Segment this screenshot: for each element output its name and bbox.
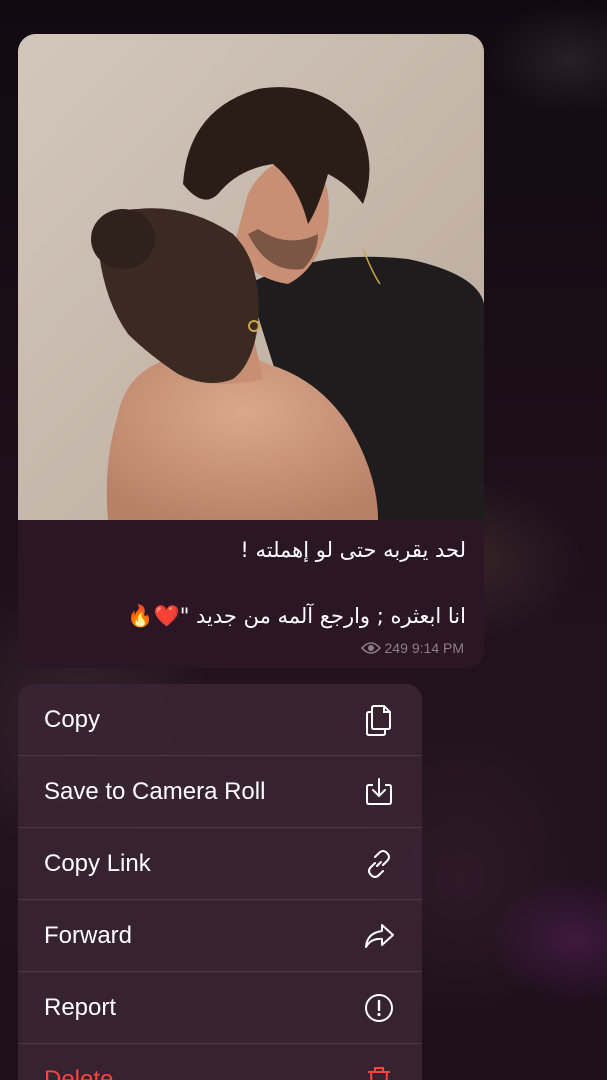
report-button[interactable]: Report	[18, 972, 422, 1044]
message-meta: 249 9:14 PM	[360, 640, 464, 656]
view-count: 249	[384, 640, 408, 656]
copy-button[interactable]: Copy	[18, 684, 422, 756]
save-download-icon	[362, 775, 396, 809]
copy-icon	[362, 703, 396, 737]
caption-line-2: انا ابعثره ; وارجع آلمه من جديد "❤️🔥	[127, 604, 466, 628]
report-label: Report	[44, 993, 117, 1021]
eye-icon	[360, 642, 381, 654]
caption-line-1: لحد يقربه حتى لو إهملته !	[240, 538, 466, 562]
message-time: 9:14 PM	[411, 640, 464, 656]
link-icon	[362, 847, 396, 881]
message-bubble[interactable]: لحد يقربه حتى لو إهملته ! انا ابعثره ; و…	[18, 34, 484, 668]
copy-label: Copy	[44, 705, 101, 733]
save-to-camera-roll-button[interactable]: Save to Camera Roll	[18, 756, 422, 828]
forward-arrow-icon	[362, 919, 396, 953]
forward-button[interactable]: Forward	[18, 900, 422, 972]
exclamation-circle-icon	[362, 991, 396, 1025]
trash-icon	[362, 1063, 396, 1080]
message-photo[interactable]	[18, 34, 484, 520]
copy-link-label: Copy Link	[44, 849, 151, 877]
save-label: Save to Camera Roll	[44, 777, 266, 805]
delete-button[interactable]: Delete	[18, 1044, 422, 1080]
delete-label: Delete	[44, 1065, 114, 1080]
forward-label: Forward	[44, 921, 133, 949]
copy-link-button[interactable]: Copy Link	[18, 828, 422, 900]
context-menu: Copy Save to Camera Roll Copy Link Forwa…	[18, 684, 422, 1080]
